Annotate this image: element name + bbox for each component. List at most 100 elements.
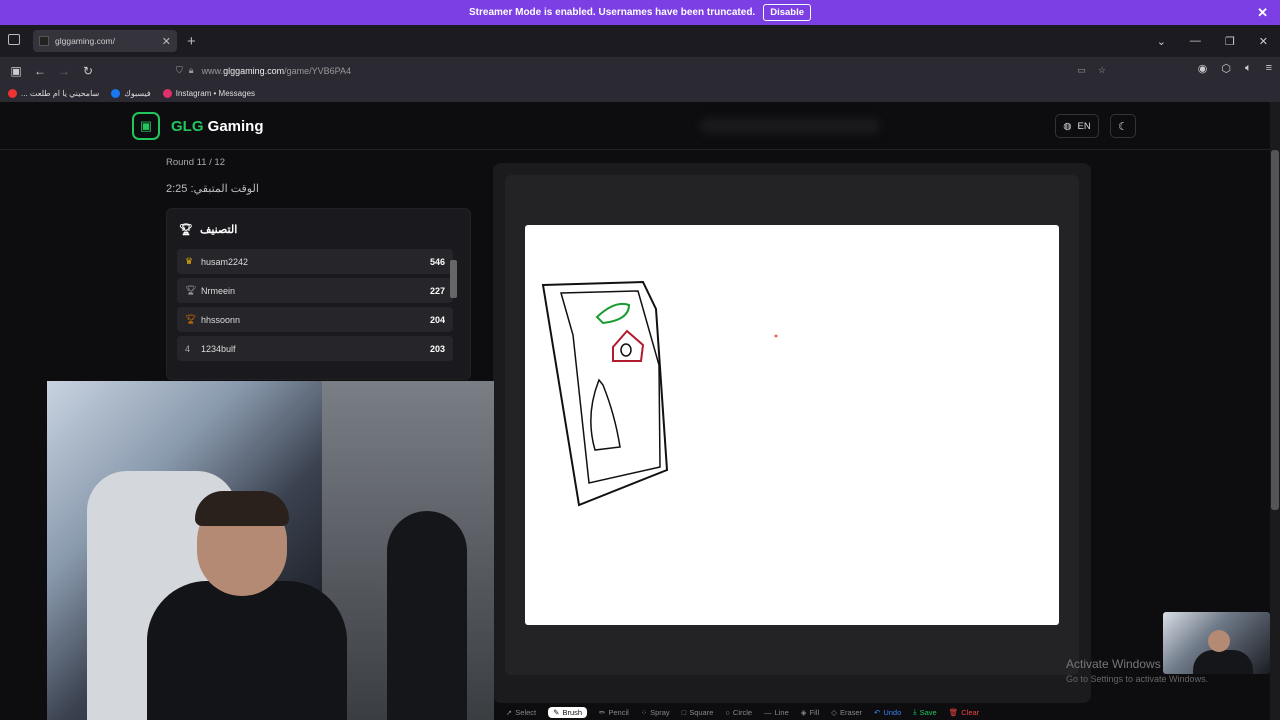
shield-icon[interactable]: ⛉ — [176, 65, 183, 76]
minimize-icon[interactable]: — — [1190, 35, 1201, 47]
youtube-icon — [8, 88, 17, 98]
streamer-hair — [195, 491, 289, 526]
window-controls: ⌄ — ❐ ✕ — [1157, 25, 1280, 57]
leaderboard-scrollbar[interactable] — [448, 252, 458, 352]
window-close-icon[interactable]: ✕ — [1259, 35, 1268, 48]
bookmark-star-icon[interactable]: ☆ — [1098, 65, 1106, 76]
facebook-icon — [111, 88, 121, 98]
close-icon[interactable]: ✕ — [1257, 5, 1268, 21]
undo-icon: ↶ — [874, 707, 881, 717]
forward-icon[interactable]: → — [52, 64, 76, 78]
streamer-mode-banner: Streamer Mode is enabled. Usernames have… — [0, 0, 1280, 25]
menu-icon[interactable]: ≡ — [1266, 62, 1272, 75]
green-shape — [595, 302, 631, 325]
bookmark-instagram[interactable]: Instagram • Messages — [162, 88, 255, 98]
leaderboard: 🏆︎ التصنيف ♛ husam2242 546 🏆︎ Nrmeein 227 🏆︎ h… — [166, 208, 471, 380]
address-bar[interactable]: ⛉ 🔒︎ www. glggaming.com/game/YVB6PA4 ▭ ☆ — [176, 60, 1106, 81]
leaderboard-scroll-thumb[interactable] — [450, 260, 457, 298]
lock-icon: 🔒︎ — [188, 65, 194, 75]
circle-icon: ○ — [725, 707, 730, 717]
secondary-webcam — [1163, 612, 1270, 674]
tab-close-icon[interactable]: ✕ — [162, 35, 171, 48]
pencil-icon: ✏︎ — [599, 707, 606, 717]
time-remaining: الوقت المتبقي: 2:25 — [166, 183, 259, 195]
secondary-body — [1193, 650, 1253, 674]
tool-pencil[interactable]: ✏︎ Pencil — [599, 708, 629, 717]
tool-fill[interactable]: ◈ Fill — [801, 708, 819, 717]
leaderboard-title: 🏆︎ التصنيف — [179, 224, 238, 236]
tab-overview-icon[interactable] — [8, 34, 20, 45]
silver-trophy-icon: 🏆︎ — [185, 285, 197, 295]
tab-bar: glggaming.com/ ✕ + ⌄ — ❐ ✕ — [0, 25, 1280, 57]
round-counter: Round 11 / 12 — [166, 157, 225, 168]
site-header: ▣ GLG Gaming ◍ EN ☾ — [0, 102, 1270, 150]
drawing-canvas[interactable] — [525, 225, 1059, 625]
url-prefix: www. — [201, 65, 224, 76]
cursor-dot — [774, 334, 778, 338]
page-content: ▣ GLG Gaming ◍ EN ☾ Round 11 / 12 الوقت ا… — [0, 102, 1280, 720]
save-button[interactable]: ⤓ Save — [913, 707, 936, 717]
url-path: /game/YVB6PA4 — [284, 65, 351, 76]
list-all-tabs-icon[interactable]: ⌄ — [1157, 35, 1166, 48]
tool-select[interactable]: ➚ Select — [506, 708, 536, 717]
account-icon[interactable]: ◉ — [1198, 62, 1208, 75]
tool-spray[interactable]: ⁘ Spray — [641, 708, 670, 717]
activate-windows-subtitle: Go to Settings to activate Windows. — [1066, 674, 1209, 684]
extensions-icon[interactable]: ⬡ — [1221, 62, 1231, 75]
tool-circle[interactable]: ○ Circle — [725, 708, 752, 717]
moon-icon: ☾ — [1118, 120, 1128, 133]
disable-button[interactable]: Disable — [763, 4, 811, 21]
bookmarks-bar: ... سامحيني يا ام طلعت فيسبوك Instagram … — [0, 84, 1280, 102]
banner-message: Streamer Mode is enabled. Usernames have… — [468, 7, 756, 18]
language-button[interactable]: ◍ EN — [1055, 114, 1099, 138]
bookmark-facebook[interactable]: فيسبوك — [111, 88, 151, 98]
reload-icon[interactable]: ↻ — [76, 64, 100, 78]
inner-circle — [620, 343, 632, 357]
scroll-thumb[interactable] — [1271, 150, 1279, 510]
secondary-face — [1208, 630, 1230, 652]
site-brand[interactable]: GLG Gaming — [171, 118, 264, 135]
line-icon: — — [764, 707, 772, 717]
theme-toggle[interactable]: ☾ — [1110, 114, 1136, 138]
player-row: 🏆︎ hhssoonn 204 — [177, 307, 453, 332]
reader-view-icon[interactable]: ▭ — [1077, 65, 1086, 76]
tab-title: glggaming.com/ — [55, 36, 116, 46]
bookmark-youtube[interactable]: ... سامحيني يا ام طلعت — [8, 88, 99, 98]
crown-icon: ♛ — [185, 256, 194, 266]
bronze-trophy-icon: 🏆︎ — [185, 314, 197, 324]
tool-eraser[interactable]: ◇ Eraser — [831, 708, 862, 717]
trash-icon: 🗑︎ — [948, 707, 959, 717]
player-row: 🏆︎ Nrmeein 227 — [177, 278, 453, 303]
clear-button[interactable]: 🗑︎ Clear — [949, 708, 979, 717]
activate-windows-title: Activate Windows — [1066, 657, 1161, 671]
player-row: 4 1234bulf 203 — [177, 336, 453, 361]
drawing-svg — [541, 280, 778, 507]
red-shape — [612, 329, 645, 362]
inner-sketch — [560, 290, 661, 484]
restore-icon[interactable]: ❐ — [1225, 35, 1235, 48]
tab-glggaming[interactable]: glggaming.com/ ✕ — [33, 30, 177, 52]
tool-square[interactable]: □ Square — [682, 708, 714, 717]
favicon-icon — [39, 36, 49, 46]
audio-icon[interactable]: 🔈︎ — [1245, 62, 1252, 75]
page-scrollbar[interactable] — [1270, 102, 1280, 720]
outer-sketch — [541, 280, 669, 507]
nav-bar: ▣ ← → ↻ ⛉ 🔒︎ www. glggaming.com/game/YVB6… — [0, 57, 1280, 84]
face-sketch — [590, 378, 621, 451]
background-figure — [387, 511, 467, 720]
undo-button[interactable]: ↶ Undo — [874, 708, 901, 717]
gamepad-icon[interactable]: ▣ — [132, 112, 160, 140]
tool-line[interactable]: — Line — [764, 708, 789, 717]
bucket-icon: ◈ — [800, 707, 807, 717]
new-tab-icon[interactable]: + — [187, 33, 196, 50]
trophy-icon: 🏆︎ — [179, 224, 193, 236]
tool-brush[interactable]: ✎ Brush — [548, 706, 588, 718]
back-icon[interactable]: ← — [28, 64, 52, 78]
sidebar-icon[interactable]: ▣ — [4, 64, 28, 78]
pointer-icon: ➚ — [506, 707, 513, 717]
streamer-jacket — [147, 581, 347, 720]
drawing-toolbar: ➚ Select ✎ Brush ✏︎ Pencil ⁘ Spray □ Square ○… — [500, 704, 1090, 720]
square-icon: □ — [681, 707, 687, 717]
brush-icon: ✎ — [553, 707, 560, 717]
blurred-username — [700, 118, 880, 134]
